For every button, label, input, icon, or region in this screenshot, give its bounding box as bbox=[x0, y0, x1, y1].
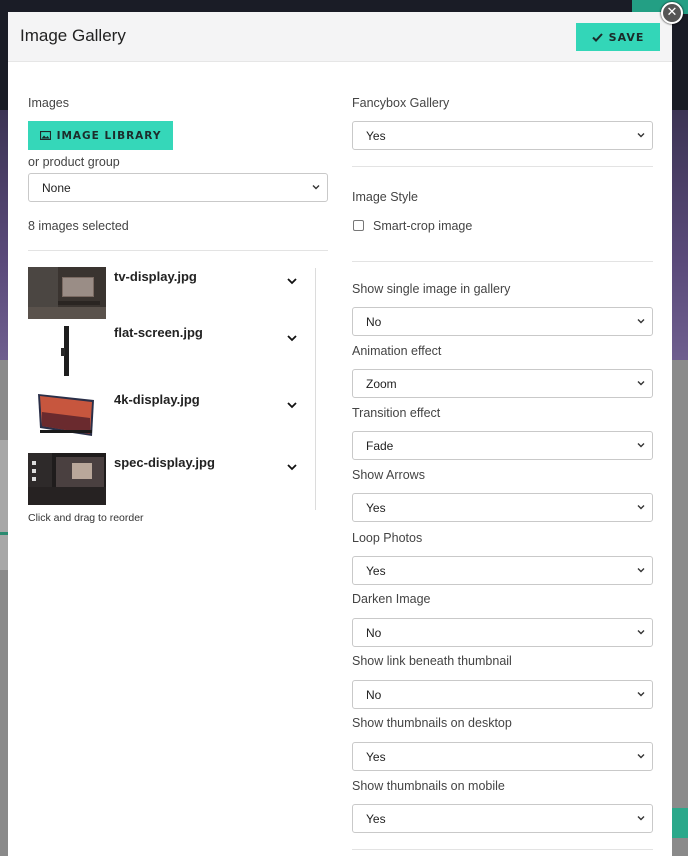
image-icon bbox=[39, 131, 51, 140]
darken-image-value: No bbox=[366, 625, 382, 640]
show-arrows-value: Yes bbox=[366, 500, 386, 515]
show-arrows-label: Show Arrows bbox=[352, 468, 425, 482]
image-thumbnail[interactable] bbox=[28, 324, 106, 376]
image-filename: tv-display.jpg bbox=[114, 269, 197, 284]
divider bbox=[352, 261, 653, 262]
image-thumbnail[interactable] bbox=[28, 267, 106, 319]
darken-image-select[interactable]: No bbox=[352, 618, 653, 647]
loop-photos-label: Loop Photos bbox=[352, 531, 423, 545]
modal-title: Image Gallery bbox=[20, 26, 126, 45]
animation-effect-value: Zoom bbox=[366, 376, 397, 391]
chevron-down-icon bbox=[637, 319, 645, 324]
chevron-down-icon bbox=[637, 133, 645, 138]
transition-effect-label: Transition effect bbox=[352, 406, 441, 420]
chevron-down-icon bbox=[637, 443, 645, 448]
chevron-down-icon[interactable] bbox=[286, 275, 298, 287]
smart-crop-label: Smart-crop image bbox=[373, 219, 473, 233]
transition-effect-value: Fade bbox=[366, 438, 394, 453]
modal-header: Image Gallery SAVE bbox=[8, 12, 672, 62]
image-filename: 4k-display.jpg bbox=[114, 392, 200, 407]
chevron-down-icon bbox=[312, 185, 320, 190]
chevron-down-icon[interactable] bbox=[286, 332, 298, 344]
animation-effect-label: Animation effect bbox=[352, 344, 442, 358]
animation-effect-select[interactable]: Zoom bbox=[352, 369, 653, 398]
image-gallery-modal: Image Gallery SAVE Images IMAGE LIBRARY … bbox=[8, 12, 672, 856]
loop-photos-value: Yes bbox=[366, 563, 386, 578]
chevron-down-icon bbox=[637, 381, 645, 386]
single-image-value: No bbox=[366, 314, 382, 329]
transition-effect-select[interactable]: Fade bbox=[352, 431, 653, 460]
loop-photos-select[interactable]: Yes bbox=[352, 556, 653, 585]
product-group-label: or product group bbox=[28, 155, 120, 169]
image-library-button[interactable]: IMAGE LIBRARY bbox=[28, 121, 173, 150]
divider bbox=[28, 250, 328, 251]
divider bbox=[352, 166, 653, 167]
image-thumbnail[interactable] bbox=[28, 453, 106, 505]
save-label: SAVE bbox=[608, 30, 645, 44]
thumbnails-desktop-value: Yes bbox=[366, 749, 386, 764]
images-label: Images bbox=[28, 96, 69, 110]
save-button[interactable]: SAVE bbox=[576, 23, 660, 51]
background-accent-block bbox=[672, 808, 688, 838]
close-icon[interactable]: ✕ bbox=[661, 2, 683, 24]
fancybox-select[interactable]: Yes bbox=[352, 121, 653, 150]
thumbnails-mobile-select[interactable]: Yes bbox=[352, 804, 653, 833]
chevron-down-icon bbox=[637, 816, 645, 821]
image-library-label: IMAGE LIBRARY bbox=[56, 129, 162, 142]
reorder-hint: Click and drag to reorder bbox=[28, 512, 144, 524]
image-filename: flat-screen.jpg bbox=[114, 325, 203, 340]
chevron-down-icon bbox=[637, 568, 645, 573]
fancybox-label: Fancybox Gallery bbox=[352, 96, 450, 110]
chevron-down-icon bbox=[637, 754, 645, 759]
image-filename: spec-display.jpg bbox=[114, 455, 215, 470]
show-arrows-select[interactable]: Yes bbox=[352, 493, 653, 522]
image-style-label: Image Style bbox=[352, 190, 419, 204]
list-scrollbar[interactable] bbox=[315, 268, 316, 510]
thumbnails-desktop-select[interactable]: Yes bbox=[352, 742, 653, 771]
thumbnails-mobile-value: Yes bbox=[366, 811, 386, 826]
divider bbox=[352, 849, 653, 850]
chevron-down-icon bbox=[637, 630, 645, 635]
fancybox-value: Yes bbox=[366, 128, 386, 143]
chevron-down-icon bbox=[637, 692, 645, 697]
selected-count: 8 images selected bbox=[28, 219, 129, 233]
chevron-down-icon[interactable] bbox=[286, 399, 298, 411]
link-beneath-label: Show link beneath thumbnail bbox=[352, 654, 512, 668]
link-beneath-select[interactable]: No bbox=[352, 680, 653, 709]
single-image-label: Show single image in gallery bbox=[352, 282, 511, 296]
check-icon bbox=[591, 32, 603, 42]
single-image-select[interactable]: No bbox=[352, 307, 653, 336]
product-group-value: None bbox=[42, 180, 71, 195]
smart-crop-checkbox[interactable] bbox=[353, 220, 364, 231]
image-thumbnail[interactable] bbox=[28, 390, 106, 442]
chevron-down-icon[interactable] bbox=[286, 461, 298, 473]
product-group-select[interactable]: None bbox=[28, 173, 328, 202]
thumbnails-desktop-label: Show thumbnails on desktop bbox=[352, 716, 512, 730]
link-beneath-value: No bbox=[366, 687, 382, 702]
thumbnails-mobile-label: Show thumbnails on mobile bbox=[352, 779, 505, 793]
darken-image-label: Darken Image bbox=[352, 592, 431, 606]
chevron-down-icon bbox=[637, 505, 645, 510]
